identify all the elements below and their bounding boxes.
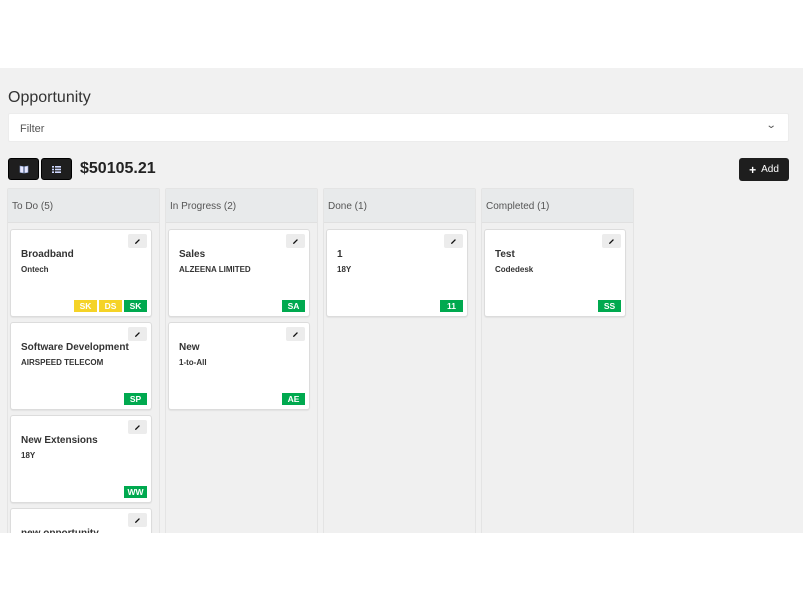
assignee-badge: SK <box>124 300 147 312</box>
kanban-view-button[interactable] <box>8 158 39 180</box>
kanban-column: To Do (5) Broadband Ontech SK DS SK Software D… <box>7 188 160 533</box>
card-title: Test <box>495 249 515 260</box>
filter-label: Filter <box>20 123 45 135</box>
card-company: 18Y <box>21 451 36 460</box>
card-tags: SP <box>124 393 147 405</box>
opportunity-card[interactable]: Broadband Ontech SK DS SK <box>10 229 152 317</box>
pencil-icon <box>135 424 140 430</box>
chevron-down-icon: ⌄ <box>765 120 777 131</box>
list-view-button[interactable] <box>41 158 72 180</box>
edit-button[interactable] <box>286 327 305 341</box>
card-tags: SA <box>282 300 305 312</box>
assignee-badge: WW <box>124 486 147 498</box>
assignee-badge: SS <box>598 300 621 312</box>
assignee-badge: DS <box>99 300 122 312</box>
card-title: new opportunity <box>21 528 99 533</box>
page-title: Opportunity <box>8 89 91 106</box>
add-button[interactable]: + Add <box>739 158 789 181</box>
list-icon <box>52 165 61 173</box>
card-title: New Extensions <box>21 435 98 446</box>
card-title: New <box>179 342 200 353</box>
edit-button[interactable] <box>444 234 463 248</box>
card-company: ALZEENA LIMITED <box>179 265 251 274</box>
opportunity-card[interactable]: new opportunity <box>10 508 152 533</box>
book-icon <box>19 165 28 173</box>
edit-button[interactable] <box>128 234 147 248</box>
column-header: Completed (1) <box>482 189 633 223</box>
filter-dropdown[interactable]: Filter ⌄ <box>8 113 789 142</box>
assignee-badge: SK <box>74 300 97 312</box>
card-tags: AE <box>282 393 305 405</box>
plus-icon: + <box>749 162 757 177</box>
column-header: To Do (5) <box>8 189 159 223</box>
card-title: Software Development <box>21 342 129 353</box>
kanban-column: Done (1) 1 18Y 11 <box>323 188 476 533</box>
assignee-badge: SA <box>282 300 305 312</box>
assignee-badge: AE <box>282 393 305 405</box>
kanban-column: In Progress (2) Sales ALZEENA LIMITED SA New… <box>165 188 318 533</box>
pencil-icon <box>135 331 140 337</box>
edit-button[interactable] <box>128 420 147 434</box>
pencil-icon <box>609 238 614 244</box>
total-amount: $50105.21 <box>80 160 156 177</box>
card-tags: WW <box>124 486 147 498</box>
card-tags: 11 <box>440 300 463 312</box>
opportunity-card[interactable]: Sales ALZEENA LIMITED SA <box>168 229 310 317</box>
edit-button[interactable] <box>602 234 621 248</box>
pencil-icon <box>293 238 298 244</box>
card-tags: SK DS SK <box>74 300 147 312</box>
card-title: Sales <box>179 249 206 260</box>
add-button-label: Add <box>761 164 779 175</box>
opportunity-page: Opportunity Filter ⌄ $50105.21 + Add To … <box>0 68 803 533</box>
pencil-icon <box>451 238 456 244</box>
card-title: 1 <box>337 249 343 260</box>
card-company: Codedesk <box>495 265 534 274</box>
pencil-icon <box>293 331 298 337</box>
assignee-badge: SP <box>124 393 147 405</box>
card-company: 18Y <box>337 265 352 274</box>
column-header: In Progress (2) <box>166 189 317 223</box>
column-header: Done (1) <box>324 189 475 223</box>
pencil-icon <box>135 238 140 244</box>
card-tags: SS <box>598 300 621 312</box>
opportunity-card[interactable]: New Extensions 18Y WW <box>10 415 152 503</box>
edit-button[interactable] <box>286 234 305 248</box>
kanban-column: Completed (1) Test Codedesk SS <box>481 188 634 533</box>
assignee-badge: 11 <box>440 300 463 312</box>
card-company: Ontech <box>21 265 49 274</box>
opportunity-card[interactable]: Test Codedesk SS <box>484 229 626 317</box>
card-company: AIRSPEED TELECOM <box>21 358 104 367</box>
card-company: 1-to-All <box>179 358 207 367</box>
opportunity-card[interactable]: Software Development AIRSPEED TELECOM SP <box>10 322 152 410</box>
pencil-icon <box>135 517 140 523</box>
opportunity-card[interactable]: 1 18Y 11 <box>326 229 468 317</box>
edit-button[interactable] <box>128 513 147 527</box>
edit-button[interactable] <box>128 327 147 341</box>
opportunity-card[interactable]: New 1-to-All AE <box>168 322 310 410</box>
card-title: Broadband <box>21 249 74 260</box>
